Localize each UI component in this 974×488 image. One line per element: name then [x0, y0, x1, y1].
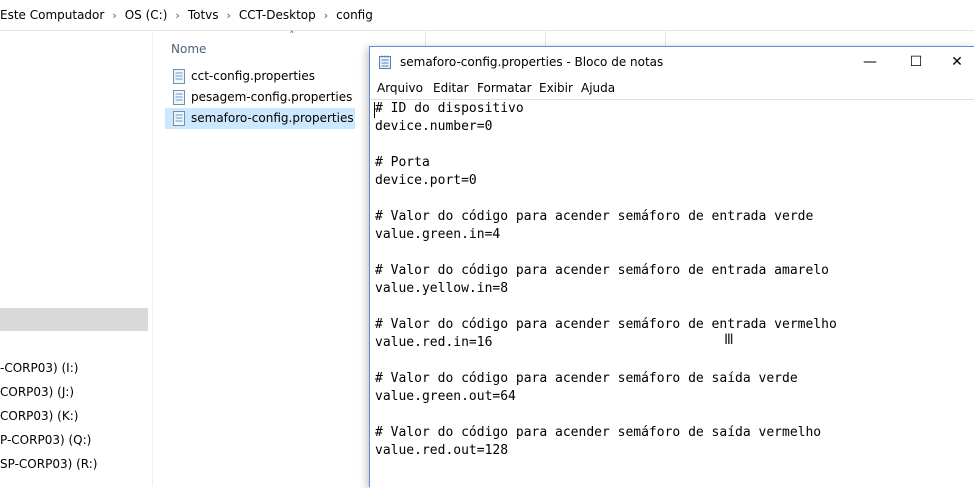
maximize-button[interactable]: ☐ [893, 47, 939, 77]
file-name: pesagem-config.properties [191, 90, 353, 104]
menu-ajuda[interactable]: Ajuda [581, 81, 615, 95]
text-file-icon [173, 90, 185, 105]
menu-bar: Arquivo Editar Formatar Exibir Ajuda [370, 78, 974, 98]
file-name: cct-config.properties [191, 69, 316, 83]
nav-drive-j[interactable]: CORP03) (J:) [0, 385, 74, 399]
menu-editar[interactable]: Editar [433, 81, 469, 95]
file-row-pesagem-config[interactable]: pesagem-config.properties [165, 87, 355, 108]
file-name: semaforo-config.properties [191, 111, 354, 125]
notepad-window: semaforo-config.properties - Bloco de no… [369, 46, 974, 488]
menu-exibir[interactable]: Exibir [539, 81, 573, 95]
notepad-titlebar[interactable]: semaforo-config.properties - Bloco de no… [370, 47, 974, 77]
address-bar[interactable]: Este Computador › OS (C:) › Totvs › CCT-Deskto… [0, 0, 974, 31]
breadcrumb-separator-icon[interactable]: › [175, 9, 179, 22]
breadcrumb-item-computer[interactable]: Este Computador [0, 8, 104, 22]
text-file-icon [173, 69, 185, 84]
editor-content[interactable]: # ID do dispositivo device.number=0 # Po… [375, 100, 837, 460]
text-caret [374, 102, 375, 118]
breadcrumb-item-config[interactable]: config [336, 8, 373, 22]
breadcrumb-item-totvs[interactable]: Totvs [188, 8, 219, 22]
file-row-semaforo-config[interactable]: semaforo-config.properties [165, 108, 355, 129]
nav-drive-k[interactable]: CORP03) (K:) [0, 409, 78, 423]
close-button[interactable]: ✕ [939, 47, 974, 77]
nav-drive-q[interactable]: P-CORP03) (Q:) [0, 433, 91, 447]
breadcrumb: Este Computador › OS (C:) › Totvs › CCT-Deskto… [0, 8, 373, 22]
breadcrumb-separator-icon[interactable]: › [227, 9, 231, 22]
text-file-icon [173, 111, 185, 126]
text-editor-area[interactable]: # ID do dispositivo device.number=0 # Po… [370, 99, 974, 488]
breadcrumb-item-drive[interactable]: OS (C:) [125, 8, 168, 22]
minimize-button[interactable]: — [847, 47, 893, 77]
chevron-up-icon: ˄ [289, 29, 295, 42]
ibeam-cursor-icon: Ⅲ [724, 332, 734, 348]
notepad-icon [379, 55, 391, 69]
breadcrumb-separator-icon[interactable]: › [324, 9, 328, 22]
close-icon: ✕ [951, 54, 963, 70]
breadcrumb-item-cct-desktop[interactable]: CCT-Desktop [239, 8, 316, 22]
column-header-name[interactable]: Nome [171, 42, 206, 56]
nav-selected-item[interactable] [0, 308, 148, 331]
minimize-icon: — [863, 54, 877, 70]
menu-formatar[interactable]: Formatar [477, 81, 532, 95]
menu-arquivo[interactable]: Arquivo [377, 81, 423, 95]
nav-drive-r[interactable]: SP-CORP03) (R:) [0, 457, 97, 471]
breadcrumb-separator-icon[interactable]: › [112, 9, 116, 22]
file-row-cct-config[interactable]: cct-config.properties [165, 66, 355, 87]
window-title: semaforo-config.properties - Bloco de no… [400, 55, 664, 69]
nav-drive-i[interactable]: -CORP03) (I:) [0, 361, 78, 375]
navigation-pane: -CORP03) (I:) CORP03) (J:) CORP03) (K:) … [0, 31, 150, 486]
maximize-icon: ☐ [909, 54, 923, 70]
